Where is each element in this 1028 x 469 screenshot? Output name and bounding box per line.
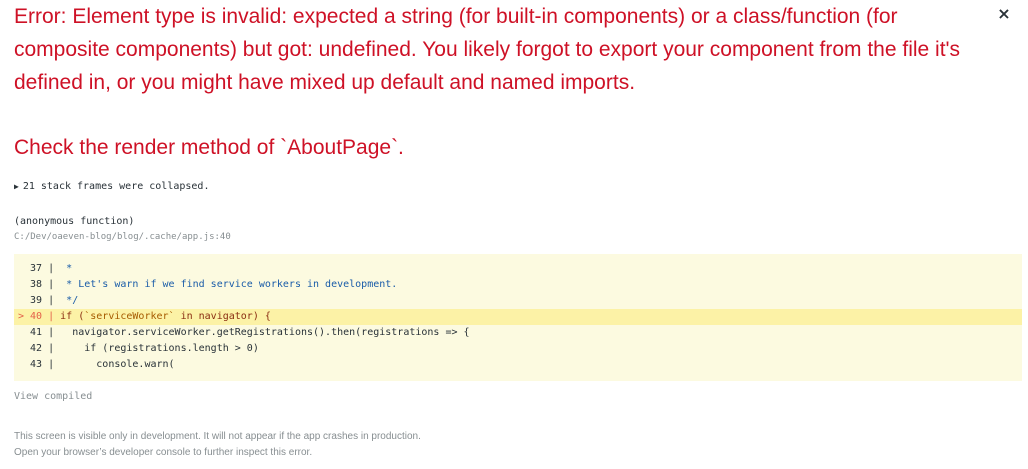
line-code: * Let's warn if we find service workers … <box>60 279 398 290</box>
error-message: Error: Element type is invalid: expected… <box>14 5 966 94</box>
triangle-right-icon: ▶ <box>14 182 19 191</box>
line-gutter: 43 | <box>18 359 61 370</box>
view-compiled-link[interactable]: View compiled <box>14 390 1014 404</box>
line-gutter: 38 | <box>18 279 61 290</box>
code-line: 38 | * Let's warn if we find service wor… <box>18 277 1022 293</box>
error-detail: Check the render method of `AboutPage`. <box>14 136 404 159</box>
line-gutter: 42 | <box>18 343 61 354</box>
error-overlay: × Error: Element type is invalid: expect… <box>0 0 1028 469</box>
line-gutter: > 40 | <box>18 311 61 322</box>
close-button[interactable]: × <box>994 2 1014 26</box>
line-code-keyword: in navigator) { <box>174 311 271 322</box>
line-code: if (registrations.length > 0) <box>60 343 259 354</box>
footer-line-2: Open your browser’s developer console to… <box>14 447 313 458</box>
line-gutter: 37 | <box>18 263 61 274</box>
line-gutter: 41 | <box>18 327 61 338</box>
code-line-highlighted: > 40 | if (`serviceWorker` in navigator)… <box>14 309 1022 325</box>
line-code: console.warn( <box>60 359 175 370</box>
code-line: 43 | console.warn( <box>18 357 1022 373</box>
footer-note: This screen is visible only in developme… <box>14 429 1014 461</box>
line-code: */ <box>60 295 79 306</box>
stack-frame-file-link[interactable]: C:/Dev/oaeven-blog/blog/.cache/app.js:40 <box>14 230 1014 244</box>
line-code: * <box>60 263 73 274</box>
collapsed-frames-toggle[interactable]: ▶ 21 stack frames were collapsed. <box>14 180 1014 194</box>
line-code-string: `serviceWorker` <box>84 311 175 322</box>
line-code-keyword: if ( <box>60 311 85 322</box>
line-code: navigator.serviceWorker.getRegistrations… <box>60 327 470 338</box>
code-line: 41 | navigator.serviceWorker.getRegistra… <box>18 325 1022 341</box>
code-line: 37 | * <box>18 261 1022 277</box>
collapsed-frames-label: 21 stack frames were collapsed. <box>22 181 210 192</box>
stack-frame-function: (anonymous function) <box>14 216 135 227</box>
code-snippet: 37 | * 38 | * Let's warn if we find serv… <box>14 254 1022 381</box>
code-line: 42 | if (registrations.length > 0) <box>18 341 1022 357</box>
footer-line-1: This screen is visible only in developme… <box>14 431 421 442</box>
code-line: 39 | */ <box>18 293 1022 309</box>
line-gutter: 39 | <box>18 295 61 306</box>
